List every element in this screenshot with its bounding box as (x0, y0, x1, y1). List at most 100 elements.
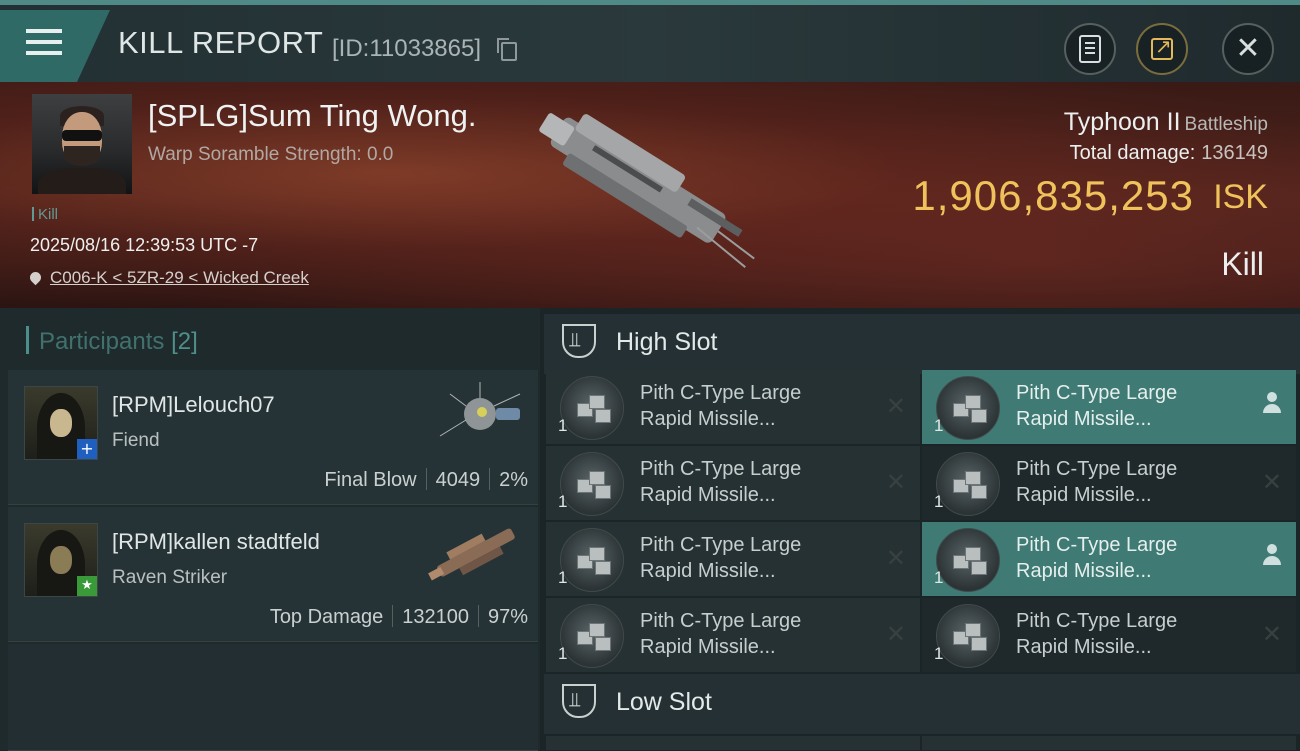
stat-separator (392, 605, 394, 627)
icon-part (589, 547, 605, 561)
missile-launcher-icon (560, 604, 624, 668)
isk-unit: ISK (1213, 178, 1268, 216)
person-body (1263, 404, 1281, 413)
missile-launcher-icon (560, 528, 624, 592)
participants-panel: Participants [2] + [RPM]Lelouch07 Fiend … (0, 308, 540, 751)
person-icon (1262, 544, 1282, 568)
high-slot-header[interactable]: High Slot (544, 314, 1300, 374)
module-item[interactable]: 1 Pith C-Type Large Rapid Missile... ✕ (546, 522, 920, 596)
module-quantity: 1 (934, 492, 944, 511)
person-icon (1262, 392, 1282, 416)
icon-part (971, 637, 987, 651)
person-head (1267, 392, 1277, 402)
high-slot-icon (562, 324, 596, 358)
module-name-line: Pith C-Type Large (1016, 458, 1178, 480)
clipboard-icon (1079, 35, 1101, 63)
participant-avatar: + (24, 386, 98, 460)
kill-result: Kill (1221, 246, 1264, 282)
participants-empty-area (8, 644, 538, 751)
kill-tag-label: Kill (38, 206, 59, 223)
share-button[interactable] (1136, 23, 1188, 75)
module-name-line: Pith C-Type Large (640, 610, 802, 632)
clipboard-line (1085, 47, 1095, 49)
participant-role: Top Damage (269, 606, 384, 628)
participant-row[interactable]: + [RPM]Lelouch07 Fiend Final Blow 4049 2% (8, 370, 538, 505)
avatar-beard (64, 146, 100, 166)
destroyed-x-icon: ✕ (1261, 620, 1282, 648)
module-item[interactable] (922, 736, 1296, 750)
module-item[interactable]: 1 Pith C-Type Large Rapid Missile... ✕ (922, 446, 1296, 520)
module-quantity: 1 (934, 416, 944, 435)
copy-icon[interactable] (497, 38, 517, 61)
total-damage-label: Total damage: (1069, 142, 1196, 164)
module-item[interactable]: 1 Pith C-Type Large Rapid Missile... ✕ (546, 370, 920, 444)
victim-ship-image (539, 113, 755, 268)
avatar-shoulders (38, 168, 126, 194)
module-item[interactable]: 1 Pith C-Type Large Rapid Missile... ✕ (546, 446, 920, 520)
destroyed-x-icon: ✕ (885, 392, 906, 420)
module-name-line: Rapid Missile... (640, 636, 776, 658)
module-quantity: 1 (558, 644, 568, 663)
participant-ship-image (439, 382, 521, 437)
module-name-line: Rapid Missile... (1016, 484, 1152, 506)
participants-label: Participants (39, 328, 165, 355)
module-name-line: Pith C-Type Large (640, 534, 802, 556)
module-item[interactable]: 1 Pith C-Type Large Rapid Missile... (922, 522, 1296, 596)
module-name-line: Rapid Missile... (640, 484, 776, 506)
kill-report-header: KILL REPORT [ID:11033865] ✕ (0, 0, 1300, 82)
menu-bar (26, 51, 62, 55)
participant-row[interactable]: ★ [RPM]kallen stadtfeld Raven Striker To… (8, 507, 538, 642)
module-name-line: Pith C-Type Large (1016, 610, 1178, 632)
avatar-glasses (62, 130, 102, 141)
close-button[interactable]: ✕ (1222, 23, 1274, 75)
kill-timestamp: 2025/08/16 12:39:53 UTC -7 (30, 235, 259, 255)
victim-ship-name[interactable]: Typhoon II Battleship (1064, 108, 1268, 137)
module-name: Pith C-Type Large Rapid Missile... (640, 380, 860, 432)
module-item[interactable]: 1 Pith C-Type Large Rapid Missile... ✕ (546, 598, 920, 672)
icon-part (965, 471, 981, 485)
missile-launcher-icon (560, 452, 624, 516)
clipboard-line (1085, 52, 1095, 54)
module-name-line: Pith C-Type Large (640, 458, 802, 480)
destroyed-x-icon: ✕ (885, 620, 906, 648)
participant-name: [RPM]kallen stadtfeld (112, 529, 320, 554)
icon-part (595, 561, 611, 575)
menu-bar (26, 29, 62, 33)
hamburger-menu-icon[interactable] (0, 10, 110, 82)
location-link[interactable]: C006-K < 5ZR-29 < Wicked Creek (27, 268, 309, 288)
participant-damage: 132100 (402, 606, 469, 628)
victim-avatar[interactable] (32, 94, 132, 194)
participant-name: [RPM]Lelouch07 (112, 392, 275, 417)
stat-separator (425, 468, 427, 490)
location-pin-icon (27, 269, 44, 286)
victim-name[interactable]: [SPLG]Sum Ting Wong. (148, 98, 477, 134)
participant-ship: Fiend (112, 430, 160, 451)
module-quantity: 1 (558, 568, 568, 587)
module-name-line: Pith C-Type Large (640, 382, 802, 404)
clipboard-button[interactable] (1064, 23, 1116, 75)
ship-class: Battleship (1184, 114, 1268, 135)
low-slot-label: Low Slot (616, 688, 712, 716)
victim-banner: [SPLG]Sum Ting Wong. Warp Soramble Stren… (0, 82, 1300, 308)
corp-badge-icon: ★ (77, 576, 97, 596)
module-item[interactable] (546, 736, 920, 750)
low-slot-header[interactable]: Low Slot (544, 674, 1300, 734)
isk-value: 1,906,835,253 (912, 172, 1194, 219)
stat-separator (477, 605, 479, 627)
stat-separator (489, 468, 491, 490)
module-item[interactable]: 1 Pith C-Type Large Rapid Missile... ✕ (922, 598, 1296, 672)
avatar-face (50, 546, 72, 574)
module-name-line: Rapid Missile... (1016, 636, 1152, 658)
header-bar (26, 326, 29, 354)
menu-bar (26, 40, 62, 44)
missile-launcher-icon (560, 376, 624, 440)
module-name-line: Rapid Missile... (640, 408, 776, 430)
tag-bar (32, 207, 34, 221)
module-item[interactable]: 1 Pith C-Type Large Rapid Missile... (922, 370, 1296, 444)
fitting-panel: High Slot 1 Pith C-Type Large Rapid Missi… (540, 308, 1300, 750)
module-name: Pith C-Type Large Rapid Missile... (640, 456, 860, 508)
low-slot-icon (562, 684, 596, 718)
participants-header[interactable]: Participants [2] (26, 326, 198, 356)
total-damage-value: 136149 (1201, 142, 1268, 164)
missile-launcher-icon (936, 452, 1000, 516)
